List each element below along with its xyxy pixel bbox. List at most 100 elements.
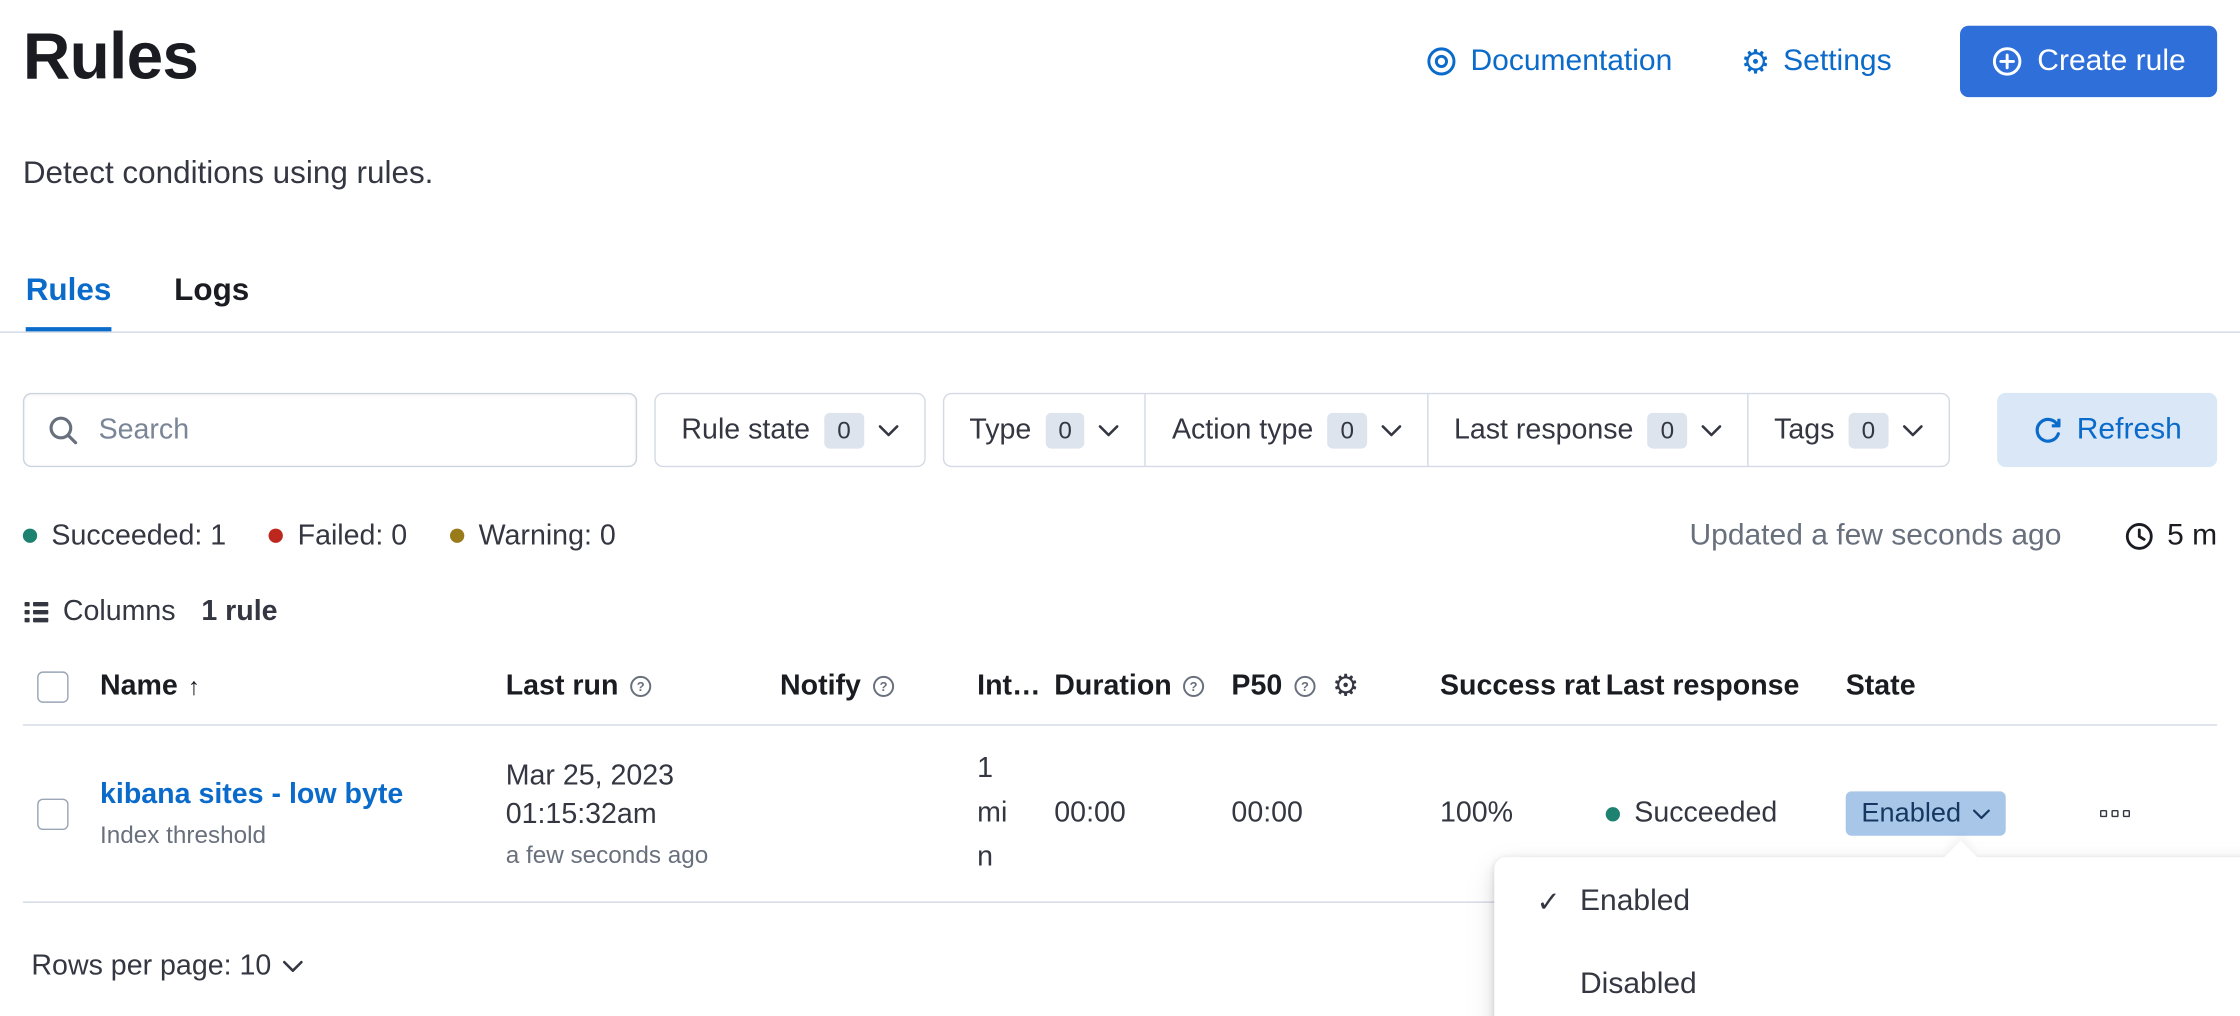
documentation-button[interactable]: Documentation bbox=[1426, 44, 1672, 78]
failed-dot-icon bbox=[269, 529, 283, 543]
sort-ascending-icon: ↑ bbox=[188, 672, 200, 701]
header-label: Notify bbox=[780, 670, 861, 703]
header-p50[interactable]: P50 ? ⚙ bbox=[1231, 670, 1440, 703]
p50-settings-gear-icon[interactable]: ⚙ bbox=[1332, 671, 1359, 701]
table-toolbar: Columns 1 rule bbox=[23, 596, 2217, 629]
info-icon[interactable]: ? bbox=[1292, 674, 1316, 698]
popover-item-disabled[interactable]: Disabled bbox=[1494, 951, 2240, 1016]
header-checkbox-cell bbox=[23, 671, 100, 702]
settings-button[interactable]: ⚙ Settings bbox=[1741, 44, 1892, 78]
chevron-down-icon bbox=[1972, 808, 1989, 819]
header-label: Duration bbox=[1054, 670, 1171, 703]
header-label: Success rat bbox=[1440, 670, 1600, 703]
updated-text: Updated a few seconds ago bbox=[1689, 519, 2061, 553]
popover-item-label: Enabled bbox=[1580, 884, 1690, 918]
tab-bar: Rules Logs bbox=[0, 271, 2240, 332]
more-actions-icon[interactable] bbox=[2094, 804, 2135, 823]
create-rule-label: Create rule bbox=[2037, 44, 2185, 78]
state-label: Enabled bbox=[1861, 798, 1961, 829]
documentation-icon bbox=[1426, 46, 1457, 77]
page-header: Rules Documentation ⚙ Settings Create bbox=[0, 0, 2240, 97]
state-cell: Enabled bbox=[1846, 791, 2083, 835]
search-input[interactable] bbox=[96, 412, 613, 448]
page-title: Rules bbox=[23, 20, 198, 92]
interval-line: mi bbox=[977, 791, 1054, 835]
last-run-time: 01:15:32am bbox=[506, 796, 780, 835]
header-state[interactable]: State bbox=[1846, 670, 2083, 703]
rule-name-link[interactable]: kibana sites - low byte bbox=[100, 778, 406, 811]
rule-count-label: 1 rule bbox=[201, 596, 277, 629]
warning-dot-icon bbox=[450, 529, 464, 543]
create-rule-button[interactable]: Create rule bbox=[1960, 26, 2217, 97]
filter-label: Action type bbox=[1172, 414, 1313, 447]
header-notify[interactable]: Notify ? bbox=[780, 670, 977, 703]
warning-label: Warning: 0 bbox=[479, 519, 616, 552]
header-duration[interactable]: Duration ? bbox=[1054, 670, 1231, 703]
chevron-down-icon bbox=[1099, 424, 1119, 437]
tab-logs[interactable]: Logs bbox=[174, 271, 249, 331]
row-checkbox-cell bbox=[23, 798, 100, 829]
row-actions-cell bbox=[2083, 804, 2217, 823]
filter-type[interactable]: Type 0 bbox=[944, 394, 1145, 465]
interval-line: 1 bbox=[977, 747, 1054, 791]
rule-type-label: Index threshold bbox=[100, 821, 506, 850]
header-success-ratio[interactable]: Success rat bbox=[1440, 670, 1606, 703]
header-last-run[interactable]: Last run ? bbox=[506, 670, 780, 703]
select-all-checkbox[interactable] bbox=[37, 671, 68, 702]
filter-bar: Rule state 0 Type 0 Action type 0 Last bbox=[23, 393, 2217, 467]
header-interval[interactable]: Int… bbox=[977, 670, 1054, 703]
chevron-down-icon bbox=[1701, 424, 1721, 437]
filter-count-badge: 0 bbox=[1046, 412, 1085, 448]
status-right: Updated a few seconds ago 5 m bbox=[1689, 519, 2217, 553]
filter-tags[interactable]: Tags 0 bbox=[1747, 394, 1948, 465]
status-succeeded: Succeeded: 1 bbox=[23, 519, 226, 552]
popover-item-enabled[interactable]: ✓ Enabled bbox=[1494, 869, 2240, 935]
rule-state-filter-group: Rule state 0 bbox=[654, 393, 925, 467]
settings-label: Settings bbox=[1783, 44, 1891, 78]
info-icon[interactable]: ? bbox=[871, 674, 895, 698]
clock-icon bbox=[2124, 521, 2154, 551]
row-checkbox[interactable] bbox=[37, 798, 68, 829]
header-last-response[interactable]: Last response bbox=[1606, 670, 1846, 703]
documentation-label: Documentation bbox=[1470, 44, 1672, 78]
columns-label: Columns bbox=[63, 596, 176, 629]
state-badge[interactable]: Enabled bbox=[1846, 791, 2006, 835]
success-ratio-cell: 100% bbox=[1440, 797, 1606, 830]
filter-action-type[interactable]: Action type 0 bbox=[1145, 394, 1427, 465]
refresh-button[interactable]: Refresh bbox=[1997, 393, 2217, 467]
succeeded-dot-icon bbox=[23, 529, 37, 543]
chevron-down-icon bbox=[878, 424, 898, 437]
refresh-icon bbox=[2032, 415, 2062, 445]
filter-count-badge: 0 bbox=[1849, 412, 1888, 448]
plus-in-circle-icon bbox=[1992, 46, 2023, 77]
chevron-down-icon bbox=[283, 960, 303, 973]
chevron-down-icon bbox=[1902, 424, 1922, 437]
rows-per-page-label: Rows per page: 10 bbox=[31, 950, 271, 983]
filter-label: Last response bbox=[1454, 414, 1633, 447]
filter-label: Tags bbox=[1774, 414, 1834, 447]
last-run-cell: Mar 25, 2023 01:15:32am a few seconds ag… bbox=[506, 757, 780, 870]
filter-label: Rule state bbox=[681, 414, 810, 447]
header-actions: Documentation ⚙ Settings Create rule bbox=[1426, 20, 2217, 97]
filters-group: Type 0 Action type 0 Last response 0 Tag… bbox=[942, 393, 1949, 467]
filter-rule-state[interactable]: Rule state 0 bbox=[656, 394, 924, 465]
auto-refresh-interval-button[interactable]: 5 m bbox=[2124, 519, 2217, 553]
filter-count-badge: 0 bbox=[824, 412, 863, 448]
last-response-cell: Succeeded bbox=[1606, 797, 1846, 830]
rows-per-page-button[interactable]: Rows per page: 10 bbox=[23, 949, 311, 985]
columns-button[interactable]: Columns bbox=[23, 596, 176, 629]
svg-text:?: ? bbox=[879, 679, 887, 694]
info-icon[interactable]: ? bbox=[628, 674, 652, 698]
info-icon[interactable]: ? bbox=[1182, 674, 1206, 698]
filter-last-response[interactable]: Last response 0 bbox=[1427, 394, 1747, 465]
filter-label: Type bbox=[969, 414, 1031, 447]
last-run-date: Mar 25, 2023 bbox=[506, 757, 780, 796]
columns-icon bbox=[23, 599, 50, 626]
tab-rules[interactable]: Rules bbox=[26, 271, 112, 331]
chevron-down-icon bbox=[1381, 424, 1401, 437]
last-run-relative: a few seconds ago bbox=[506, 841, 780, 870]
header-name[interactable]: Name ↑ bbox=[100, 670, 506, 703]
popover-item-label: Disabled bbox=[1580, 967, 1697, 1001]
search-icon bbox=[47, 414, 78, 445]
p50-cell: 00:00 bbox=[1231, 797, 1440, 830]
